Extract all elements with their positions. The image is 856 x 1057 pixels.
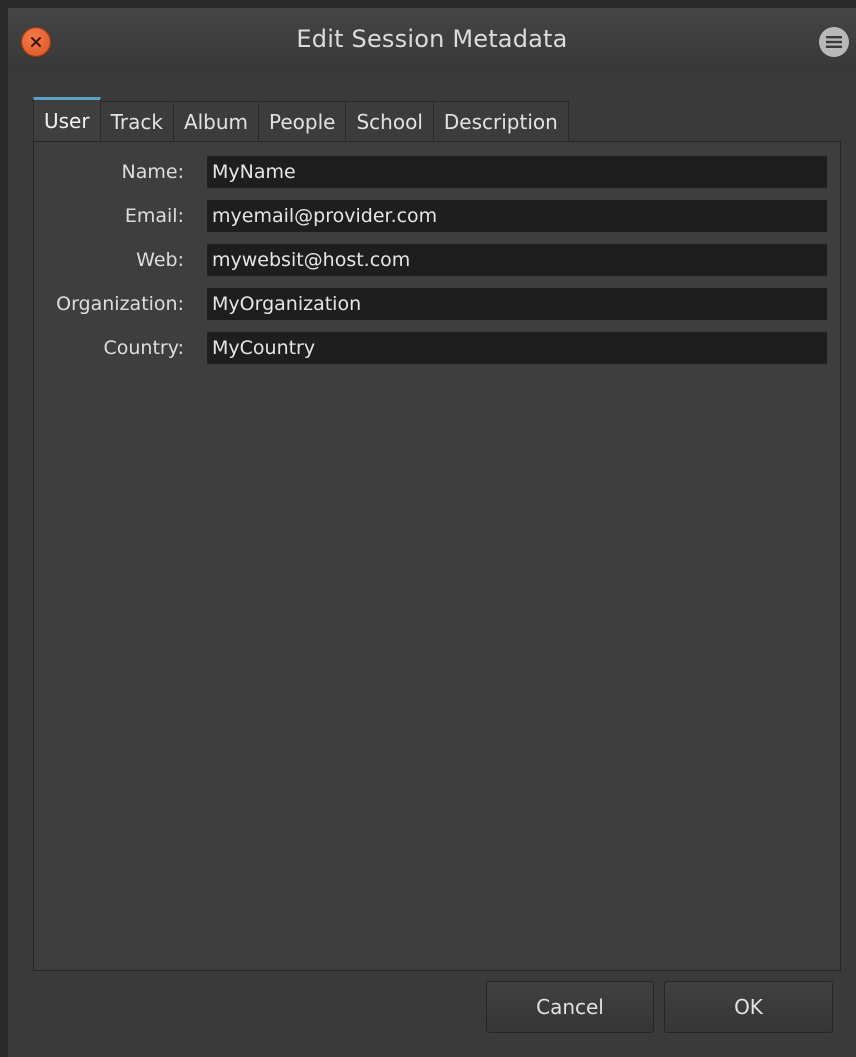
country-row: Country:: [34, 332, 840, 364]
cancel-button[interactable]: Cancel: [486, 981, 654, 1033]
country-field[interactable]: [207, 332, 827, 364]
email-field[interactable]: [207, 200, 827, 232]
window-title: Edit Session Metadata: [296, 25, 568, 53]
tab-album[interactable]: Album: [173, 101, 260, 141]
name-field[interactable]: [207, 156, 827, 188]
name-row: Name:: [34, 156, 840, 188]
web-field[interactable]: [207, 244, 827, 276]
organization-label: Organization:: [56, 293, 184, 315]
metadata-tab-bar: User Track Album People School Descripti…: [33, 97, 569, 141]
tab-user[interactable]: User: [33, 97, 101, 141]
organization-field[interactable]: [207, 288, 827, 320]
email-row: Email:: [34, 200, 840, 232]
organization-row: Organization:: [34, 288, 840, 320]
window-menu-button[interactable]: [819, 27, 849, 57]
web-label: Web:: [136, 249, 184, 271]
tab-track[interactable]: Track: [100, 101, 174, 141]
tab-description[interactable]: Description: [433, 101, 569, 141]
email-label: Email:: [124, 205, 184, 227]
tab-people[interactable]: People: [259, 101, 347, 141]
menu-icon: [826, 36, 842, 48]
web-row: Web:: [34, 244, 840, 276]
ok-button[interactable]: OK: [664, 981, 833, 1033]
country-label: Country:: [103, 337, 185, 359]
edit-session-metadata-dialog: Edit Session Metadata User Track Album P…: [8, 8, 856, 1057]
name-label: Name:: [121, 161, 184, 183]
tab-school[interactable]: School: [346, 101, 434, 141]
user-tab-panel: Name: Email: Web: Organization: Country:: [33, 141, 841, 971]
title-bar: Edit Session Metadata: [8, 8, 856, 70]
